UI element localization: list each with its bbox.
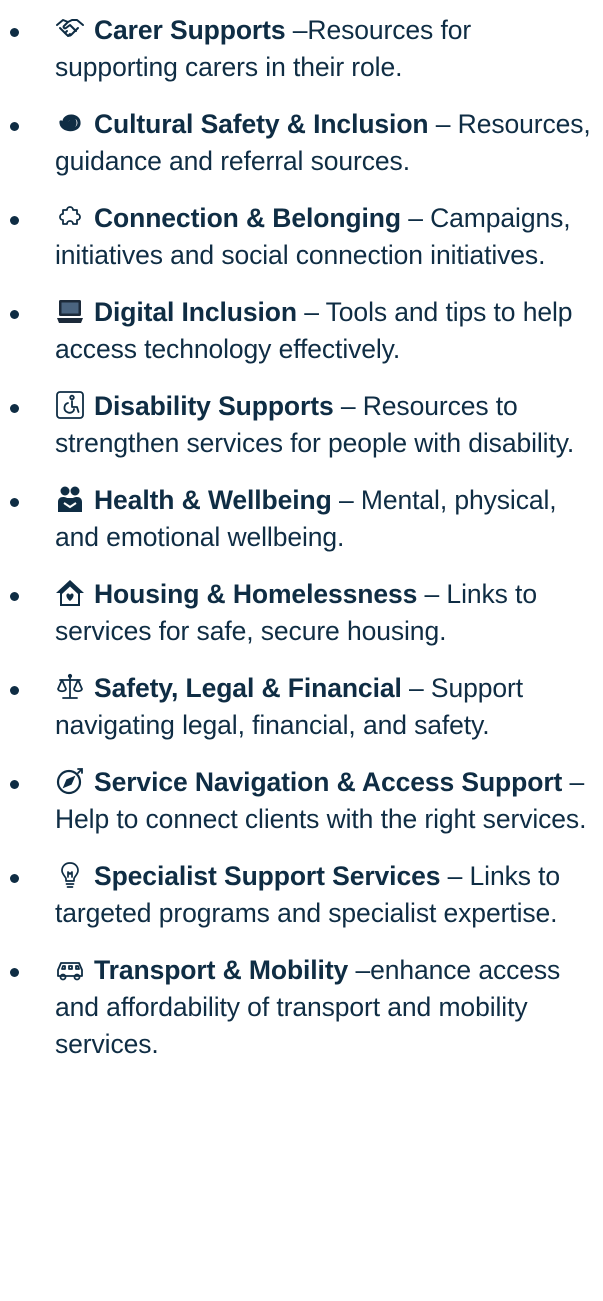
compass-icon	[55, 766, 85, 796]
bullet	[10, 780, 19, 789]
person-hug-icon	[55, 484, 85, 514]
list-item-disability-supports: Disability Supports – Resources to stren…	[0, 388, 603, 462]
car-icon	[55, 954, 85, 984]
bullet	[10, 404, 19, 413]
item-title: Connection & Belonging	[94, 203, 401, 233]
bullet	[10, 28, 19, 37]
item-title: Transport & Mobility	[94, 955, 349, 985]
house-icon	[55, 578, 85, 608]
item-title: Health & Wellbeing	[94, 485, 332, 515]
list-item-connection-belonging: Connection & Belonging – Campaigns, init…	[0, 200, 603, 274]
list-item-service-navigation: Service Navigation & Access Support – He…	[0, 764, 603, 838]
list-item-cultural-safety: Cultural Safety & Inclusion – Resources,…	[0, 106, 603, 180]
bullet	[10, 216, 19, 225]
item-title: Housing & Homelessness	[94, 579, 418, 609]
list-item-transport: Transport & Mobility –enhance access and…	[0, 952, 603, 1063]
item-title: Carer Supports	[94, 15, 286, 45]
bullet	[10, 498, 19, 507]
list-item-health-wellbeing: Health & Wellbeing – Mental, physical, a…	[0, 482, 603, 556]
list-item-safety-legal: Safety, Legal & Financial – Support navi…	[0, 670, 603, 744]
item-title: Safety, Legal & Financial	[94, 673, 402, 703]
list-item-housing: Housing & Homelessness – Links to servic…	[0, 576, 603, 650]
puzzle-icon	[55, 202, 85, 232]
laptop-icon	[55, 296, 85, 326]
list-item-specialist-support: Specialist Support Services – Links to t…	[0, 858, 603, 932]
item-title: Specialist Support Services	[94, 861, 441, 891]
item-title: Cultural Safety & Inclusion	[94, 109, 429, 139]
scales-icon	[55, 672, 85, 702]
bullet	[10, 874, 19, 883]
item-title: Digital Inclusion	[94, 297, 297, 327]
bullet	[10, 686, 19, 695]
bullet	[10, 968, 19, 977]
lightbulb-icon	[55, 860, 85, 890]
item-title: Disability Supports	[94, 391, 334, 421]
accessibility-icon	[55, 390, 85, 420]
list-item-carer-supports: Carer Supports –Resources for supporting…	[0, 12, 603, 86]
handshake-icon	[55, 14, 85, 44]
spiral-icon	[55, 108, 85, 138]
list-item-digital-inclusion: Digital Inclusion – Tools and tips to he…	[0, 294, 603, 368]
bullet	[10, 122, 19, 131]
bullet	[10, 310, 19, 319]
bullet	[10, 592, 19, 601]
resource-category-list: Carer Supports –Resources for supporting…	[0, 0, 603, 1063]
item-title: Service Navigation & Access Support	[94, 767, 563, 797]
